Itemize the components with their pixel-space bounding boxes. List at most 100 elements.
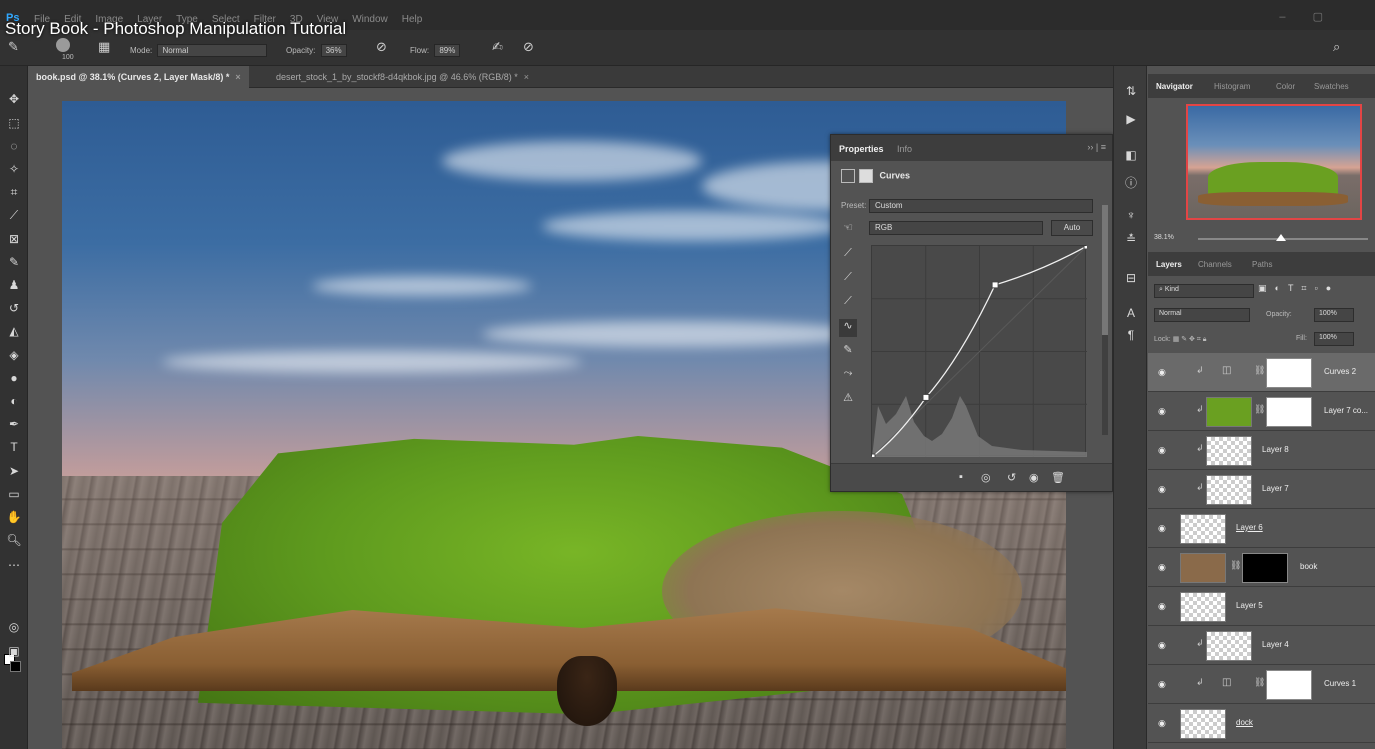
visibility-icon[interactable]: ◉	[1029, 471, 1039, 484]
layer-mask-thumbnail[interactable]	[1266, 358, 1312, 388]
layer-mask-thumbnail[interactable]	[1266, 397, 1312, 427]
menu-help[interactable]: Help	[402, 14, 423, 25]
visibility-eye-icon[interactable]: ◉	[1158, 367, 1168, 377]
layer-row[interactable]: ◉ ⛓ book	[1148, 548, 1375, 587]
fill-input[interactable]: 100%	[1314, 332, 1354, 346]
layer-row[interactable]: ◉ Layer 5	[1148, 587, 1375, 626]
brush-tool-icon[interactable]: ✎	[5, 253, 23, 271]
delete-icon[interactable]: 🗑︎	[1051, 471, 1065, 484]
blur-tool-icon[interactable]: ●	[5, 369, 23, 387]
history-brush-tool-icon[interactable]: ↺	[5, 299, 23, 317]
layer-thumbnail[interactable]	[1206, 397, 1252, 427]
pressure-size-icon[interactable]: ⊘	[523, 39, 539, 55]
opacity-input[interactable]: 36%	[320, 44, 347, 57]
tab-layers[interactable]: Layers	[1156, 260, 1182, 269]
quick-select-tool-icon[interactable]: ✧	[5, 160, 23, 178]
tab-color[interactable]: Color	[1276, 82, 1295, 91]
curve-point-tool-icon[interactable]: ∿	[839, 319, 857, 337]
layer-name[interactable]: Layer 7	[1262, 484, 1289, 493]
layer-name[interactable]: Layer 4	[1262, 640, 1289, 649]
brush-panel-icon[interactable]: ▦	[98, 39, 114, 55]
curves-graph[interactable]	[871, 245, 1087, 457]
gradient-tool-icon[interactable]: ◈	[5, 346, 23, 364]
visibility-eye-icon[interactable]: ◉	[1158, 523, 1168, 533]
visibility-eye-icon[interactable]: ◉	[1158, 406, 1168, 416]
layer-thumbnail[interactable]	[1180, 592, 1226, 622]
tab-desert-stock[interactable]: desert_stock_1_by_stockf8-d4qkbok.jpg @ …	[268, 66, 537, 88]
lock-icons[interactable]: ▦ ✎ ✥ ⌗ 🔒︎	[1173, 336, 1207, 343]
lasso-tool-icon[interactable]: ◌	[5, 137, 23, 155]
layer-row[interactable]: ◉ ↲ Layer 7	[1148, 470, 1375, 509]
layer-row[interactable]: ◉ ↲ Layer 4	[1148, 626, 1375, 665]
visibility-eye-icon[interactable]: ◉	[1158, 484, 1168, 494]
layer-thumbnail[interactable]	[1206, 475, 1252, 505]
adjustments-icon[interactable]: ◧	[1123, 148, 1139, 164]
layer-row[interactable]: ◉ ↲ Layer 8	[1148, 431, 1375, 470]
brush-settings-icon[interactable]: ♆	[1123, 208, 1139, 224]
path-select-tool-icon[interactable]: ➤	[5, 462, 23, 480]
stamp-tool-icon[interactable]: ♟	[5, 276, 23, 294]
type-tool-icon[interactable]: T	[5, 438, 23, 456]
preset-select[interactable]: Custom	[869, 199, 1093, 213]
layer-thumbnail[interactable]	[1180, 553, 1226, 583]
tab-swatches[interactable]: Swatches	[1314, 82, 1349, 91]
on-image-adjust-icon[interactable]: ☜	[839, 221, 857, 239]
layer-name[interactable]: book	[1300, 562, 1317, 571]
layer-opacity-input[interactable]: 100%	[1314, 308, 1354, 322]
navigator-preview[interactable]	[1186, 104, 1362, 220]
mask-link-icon[interactable]: ⛓	[1254, 365, 1265, 376]
info-icon[interactable]: ⓘ	[1123, 174, 1139, 190]
hand-tool-icon[interactable]: ✋	[5, 508, 23, 526]
layer-filter-icons[interactable]: ▣◐T⌗▫●	[1258, 283, 1339, 294]
brush-tool-icon[interactable]: ✎	[8, 39, 24, 55]
visibility-eye-icon[interactable]: ◉	[1158, 679, 1168, 689]
tab-properties[interactable]: Properties	[839, 144, 884, 154]
auto-button[interactable]: Auto	[1051, 220, 1093, 236]
dodge-tool-icon[interactable]: ◐	[5, 392, 23, 410]
visibility-eye-icon[interactable]: ◉	[1158, 562, 1168, 572]
move-tool-icon[interactable]: ✥	[5, 90, 23, 108]
layer-row[interactable]: ◉ ↲ ⛓ Layer 7 co...	[1148, 392, 1375, 431]
zoom-value[interactable]: 38.1%	[1154, 234, 1174, 241]
menu-window[interactable]: Window	[352, 14, 388, 25]
tab-info[interactable]: Info	[897, 144, 912, 154]
screen-mode-icon[interactable]: ▣	[5, 642, 23, 660]
mask-link-icon[interactable]: ⛓	[1254, 677, 1265, 688]
search-icon[interactable]: ⌕	[1333, 39, 1349, 55]
tab-book-psd[interactable]: book.psd @ 38.1% (Curves 2, Layer Mask/8…	[28, 66, 249, 88]
gray-point-eyedropper-icon[interactable]: ⟋	[839, 271, 857, 289]
mode-select[interactable]: Normal	[157, 44, 268, 57]
clip-to-layer-icon[interactable]: ▪	[959, 471, 963, 483]
visibility-eye-icon[interactable]: ◉	[1158, 640, 1168, 650]
pen-tool-icon[interactable]: ✒	[5, 415, 23, 433]
quick-mask-icon[interactable]: ◎	[5, 618, 23, 636]
layer-row[interactable]: ◉ dock	[1148, 704, 1375, 743]
layer-filter-select[interactable]: ⌕ Kind	[1154, 284, 1254, 298]
brush-preview[interactable]	[56, 38, 70, 52]
visibility-eye-icon[interactable]: ◉	[1158, 601, 1168, 611]
visibility-eye-icon[interactable]: ◉	[1158, 445, 1168, 455]
pencil-draw-icon[interactable]: ✎	[839, 343, 857, 361]
layer-name[interactable]: Curves 2	[1324, 367, 1356, 376]
more-tools-icon[interactable]: ⋯	[5, 556, 23, 574]
zoom-slider-knob[interactable]	[1276, 234, 1286, 241]
tab-navigator[interactable]: Navigator	[1156, 82, 1193, 91]
layer-name[interactable]: Layer 6	[1236, 523, 1263, 532]
layer-name[interactable]: dock	[1236, 718, 1253, 727]
eraser-tool-icon[interactable]: ◭	[5, 322, 23, 340]
channel-select[interactable]: RGB	[869, 221, 1043, 235]
smooth-curve-icon[interactable]: ⤳	[839, 367, 857, 385]
clipping-warning-icon[interactable]: ⚠	[839, 391, 857, 409]
layer-comps-icon[interactable]: ⊟	[1123, 271, 1139, 287]
layer-name[interactable]: Layer 5	[1236, 601, 1263, 610]
mask-link-icon[interactable]: ⛓	[1254, 404, 1265, 415]
paragraph-icon[interactable]: ¶	[1123, 328, 1139, 344]
scroll-thumb[interactable]	[1102, 205, 1108, 335]
layer-mask-thumbnail[interactable]	[1242, 553, 1288, 583]
sliders-icon[interactable]: ≛	[1123, 232, 1139, 248]
view-previous-icon[interactable]: ◎	[981, 471, 991, 484]
tab-close-icon[interactable]: ×	[235, 72, 240, 82]
marquee-tool-icon[interactable]: ⬚	[5, 114, 23, 132]
zoom-tool-icon[interactable]: 🔍︎	[5, 531, 23, 549]
layer-thumbnail[interactable]	[1206, 631, 1252, 661]
